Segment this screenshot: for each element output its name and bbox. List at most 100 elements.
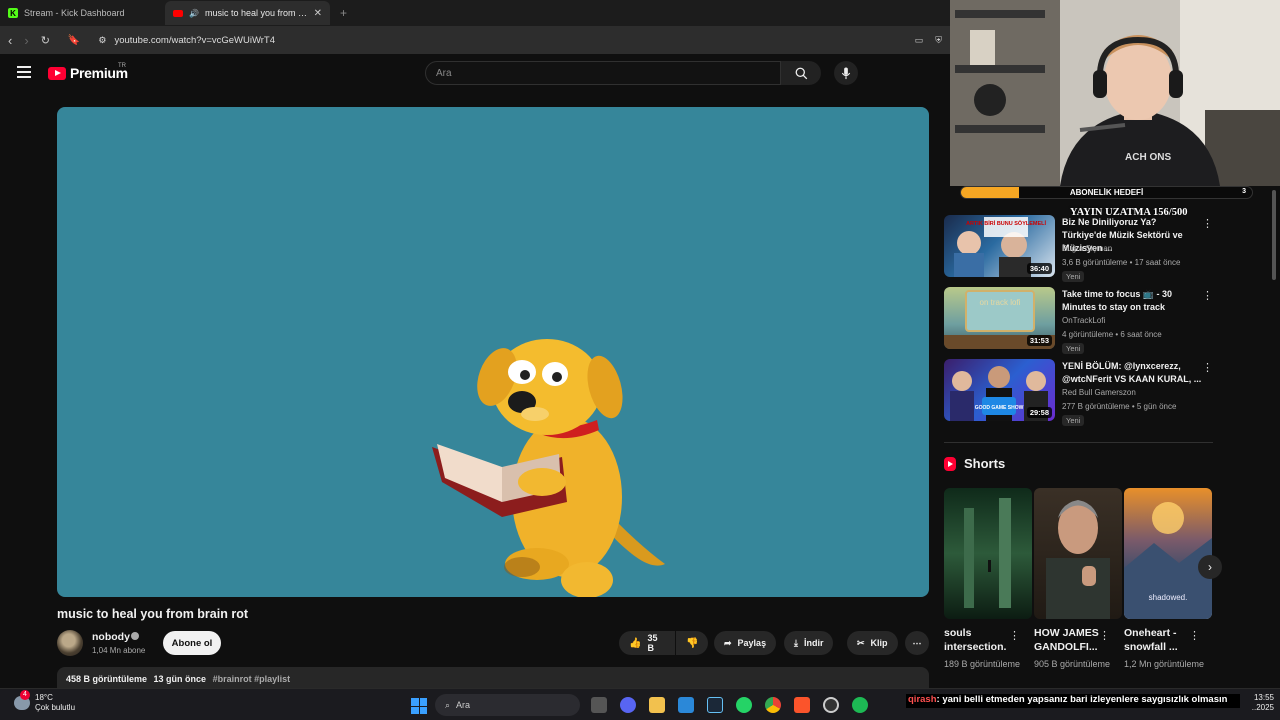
short-thumbnail[interactable]: shadowed.	[1124, 488, 1212, 619]
youtube-icon	[173, 9, 183, 17]
recommended-video[interactable]: GOOD GAME SHOW 29:58 YENİ BÖLÜM: @lynxce…	[944, 359, 1274, 426]
bookmark-icon[interactable]: 🔖	[68, 35, 80, 46]
channel-row: nobody 1,04 Mn abone Abone ol 👍 35 B 👎 ➦…	[57, 628, 929, 658]
short-views: 1,2 Mn görüntüleme	[1124, 659, 1205, 669]
more-actions-button[interactable]: ⋯	[905, 631, 929, 655]
task-view-icon[interactable]	[591, 697, 607, 713]
address-bar-row: ‹ › ↻ 🔖 ⚙ youtube.com/watch?v=vcGeWUiWrT…	[0, 26, 950, 54]
short-thumbnail[interactable]	[944, 488, 1032, 619]
search-input[interactable]: Ara	[425, 61, 781, 85]
tab-youtube-video[interactable]: 🔊 music to heal you from brain rot ✕	[165, 1, 330, 25]
new-badge: Yeni	[1062, 343, 1085, 354]
recommended-video[interactable]: on track lofi 31:53 Take time to focus 📺…	[944, 287, 1274, 354]
brave-shield-icon[interactable]: ⛨	[935, 35, 942, 46]
channel-avatar[interactable]	[57, 630, 83, 656]
cast-icon[interactable]: ▭	[915, 35, 924, 46]
video-meta: 4 görüntüleme • 6 saat önce	[1062, 330, 1162, 339]
search-placeholder: Ara	[436, 67, 452, 79]
taskbar-search[interactable]: ⌕ Ara	[435, 694, 580, 716]
video-channel[interactable]: Red Bull Gamerszon	[1062, 388, 1136, 397]
taskbar-search-label: Ara	[456, 700, 471, 710]
subscription-goal-bar: ABONELİK HEDEFİ 3	[960, 186, 1253, 199]
channel-name[interactable]: nobody	[92, 631, 130, 643]
thumbs-up-icon: 👍	[629, 637, 642, 649]
chat-message: : yani belli etmeden yapsanız bari izley…	[936, 694, 1228, 705]
menu-icon[interactable]	[17, 66, 31, 78]
brave-icon[interactable]	[794, 697, 810, 713]
shorts-next-button[interactable]: ›	[1198, 555, 1222, 579]
youtube-header: Premium TR Ara	[0, 54, 950, 94]
hashtags[interactable]: #brainrot #playlist	[213, 674, 291, 684]
clip-label: Klip	[870, 638, 888, 648]
browser-tab-bar: K Stream - Kick Dashboard 🔊 music to hea…	[0, 0, 950, 26]
discord-icon[interactable]	[620, 697, 636, 713]
chat-ticker: qirash: yani belli etmeden yapsanız bari…	[906, 694, 1240, 708]
shorts-heading-label: Shorts	[964, 456, 1006, 471]
back-icon[interactable]: ‹	[8, 33, 12, 48]
close-tab-icon[interactable]: ✕	[314, 8, 322, 19]
more-options-icon[interactable]: ⋮	[1099, 629, 1110, 642]
new-tab-button[interactable]: +	[340, 6, 347, 20]
more-icon: ⋯	[912, 637, 922, 648]
reload-icon[interactable]: ↻	[41, 34, 50, 47]
url-field[interactable]: 🔖 ⚙ youtube.com/watch?v=vcGeWUiWrT4	[62, 30, 903, 50]
thumbnail-caption: on track lofi	[980, 298, 1021, 307]
more-options-icon[interactable]: ⋮	[1202, 361, 1213, 374]
video-thumbnail[interactable]: ARTIK BİRİ BUNU SÖYLEMELİ 36:40	[944, 215, 1055, 277]
upload-age: 13 gün önce	[153, 674, 207, 684]
short-views: 905 B görüntüleme	[1034, 659, 1111, 669]
short-card[interactable]: shadowed. Oneheart - snowfall ... 1,2 Mn…	[1124, 488, 1212, 670]
like-button[interactable]: 👍 35 B	[619, 631, 675, 655]
clip-button[interactable]: ✂ Klip	[847, 631, 898, 655]
microphone-icon	[841, 66, 851, 79]
system-clock[interactable]: 13:55 ..2025	[1244, 693, 1274, 713]
short-card[interactable]: souls intersection. 189 B görüntüleme ⋮	[944, 488, 1032, 670]
video-meta: 277 B görüntüleme • 5 gün önce	[1062, 402, 1177, 411]
steam-icon[interactable]	[707, 697, 723, 713]
goal-count: 3	[1242, 188, 1246, 195]
microsoft-store-icon[interactable]	[678, 697, 694, 713]
video-thumbnail[interactable]: GOOD GAME SHOW 29:58	[944, 359, 1055, 421]
obs-icon[interactable]	[823, 697, 839, 713]
chrome-icon[interactable]	[765, 697, 781, 713]
video-channel[interactable]: Buğra Şişman	[1062, 244, 1112, 253]
tab-kick-dashboard[interactable]: K Stream - Kick Dashboard	[0, 1, 165, 25]
clock-date: ..2025	[1251, 703, 1274, 712]
share-button[interactable]: ➦ Paylaş	[714, 631, 777, 655]
windows-start-icon[interactable]	[411, 698, 427, 714]
short-thumbnail[interactable]	[1034, 488, 1122, 619]
new-badge: Yeni	[1062, 271, 1085, 282]
like-count: 35 B	[647, 633, 658, 653]
thumbnail-image	[964, 498, 1011, 608]
voice-search-button[interactable]	[834, 61, 858, 85]
more-options-icon[interactable]: ⋮	[1189, 629, 1200, 642]
scissors-icon: ✂	[857, 637, 865, 648]
video-thumbnail[interactable]: on track lofi 31:53	[944, 287, 1055, 349]
video-player[interactable]	[57, 107, 929, 597]
youtube-logo[interactable]: Premium	[48, 65, 128, 81]
share-icon: ➦	[724, 637, 732, 648]
clock-time: 13:55	[1253, 693, 1274, 702]
video-channel[interactable]: OnTrackLofi	[1062, 316, 1105, 325]
short-card[interactable]: HOW JAMES GANDOLFI... 905 B görüntüleme …	[1034, 488, 1122, 670]
view-count: 458 B görüntüleme	[66, 674, 148, 684]
section-divider	[944, 442, 1213, 443]
download-button[interactable]: ⤓ İndir	[784, 631, 834, 655]
site-settings-icon[interactable]: ⚙	[98, 35, 106, 46]
tab-label: Stream - Kick Dashboard	[24, 8, 125, 18]
search-button[interactable]	[781, 61, 821, 85]
speaker-icon: 🔊	[189, 8, 199, 18]
more-options-icon[interactable]: ⋮	[1009, 629, 1020, 642]
forward-icon[interactable]: ›	[24, 33, 28, 48]
whatsapp-icon[interactable]	[736, 697, 752, 713]
more-options-icon[interactable]: ⋮	[1202, 289, 1213, 302]
file-explorer-icon[interactable]	[649, 697, 665, 713]
page-scrollbar[interactable]	[1272, 190, 1276, 280]
weather-widget[interactable]: 18°C Çok bulutlu	[14, 690, 75, 713]
recommended-video[interactable]: ARTIK BİRİ BUNU SÖYLEMELİ 36:40 Biz Ne D…	[944, 215, 1274, 282]
region-code: TR	[118, 63, 126, 69]
dislike-button[interactable]: 👎	[676, 631, 708, 655]
spotify-icon[interactable]	[852, 697, 868, 713]
more-options-icon[interactable]: ⋮	[1202, 217, 1213, 230]
subscribe-button[interactable]: Abone ol	[163, 631, 221, 655]
